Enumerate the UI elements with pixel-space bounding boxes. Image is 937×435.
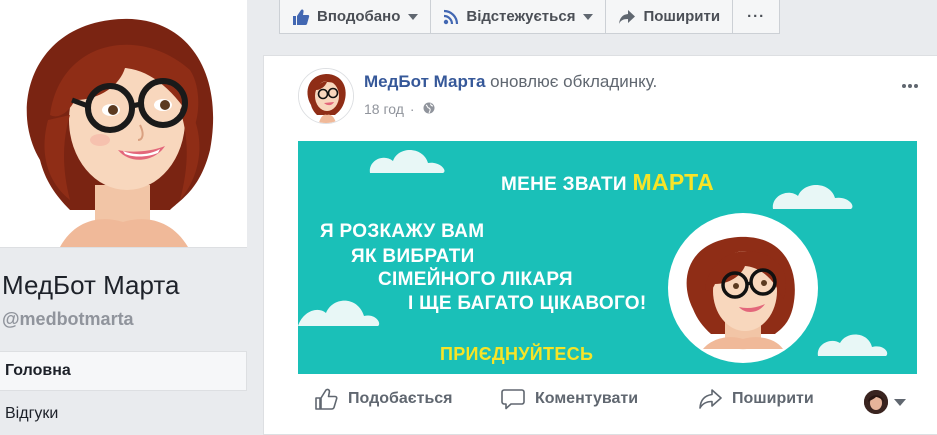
share-post-label: Поширити <box>732 390 814 407</box>
nav-item-reviews[interactable]: Відгуки <box>5 405 58 423</box>
avatar-illustration <box>26 18 214 247</box>
rss-icon <box>443 9 459 25</box>
share-page-label: Поширити <box>643 8 721 25</box>
like-page-label: Вподобано <box>317 8 401 25</box>
globe-icon[interactable] <box>423 101 435 117</box>
cover-photo[interactable]: МЕНЕ ЗВАТИ МАРТА Я РОЗКАЖУ ВАМ ЯК ВИБРАТ… <box>298 141 917 374</box>
like-post-button[interactable]: Подобається <box>314 388 453 410</box>
post-author-avatar[interactable] <box>298 68 354 124</box>
post-as-selector[interactable] <box>864 390 906 414</box>
post-header: МедБот Марта оновлює обкладинку. <box>364 72 657 92</box>
comment-icon <box>501 388 525 410</box>
page-action-bar: Вподобано Відстежується Поширити ··· <box>279 0 781 36</box>
cover-line-2: ЯК ВИБРАТИ <box>351 246 475 267</box>
cover-title-name: МАРТА <box>632 169 714 195</box>
thumbs-up-icon <box>292 8 310 26</box>
comment-button[interactable]: Коментувати <box>501 388 638 410</box>
follow-page-button[interactable]: Відстежується <box>430 0 607 34</box>
like-page-button[interactable]: Вподобано <box>279 0 432 34</box>
more-dots-icon <box>902 84 918 88</box>
more-dots-icon: ··· <box>747 8 766 25</box>
share-page-button[interactable]: Поширити <box>605 0 734 34</box>
like-post-label: Подобається <box>348 390 453 407</box>
cover-title-prefix: МЕНЕ ЗВАТИ <box>501 174 633 195</box>
more-options-button[interactable]: ··· <box>732 0 781 34</box>
cover-line-1: Я РОЗКАЖУ ВАМ <box>320 221 485 242</box>
chevron-down-icon <box>894 398 906 406</box>
cover-cta: ПРИЄДНУЙТЕСЬ <box>440 344 594 364</box>
page-name[interactable]: МедБот Марта <box>2 270 179 301</box>
nav-item-home[interactable]: Головна <box>0 351 247 391</box>
post-author-link[interactable]: МедБот Марта <box>364 72 485 91</box>
comment-label: Коментувати <box>535 390 639 407</box>
share-post-button[interactable]: Поширити <box>698 388 814 410</box>
post-options-button[interactable] <box>901 76 919 94</box>
cover-line-4: І ЩЕ БАГАТО ЦІКАВОГО! <box>408 293 647 314</box>
user-avatar <box>864 390 888 414</box>
chevron-down-icon <box>583 13 594 20</box>
cover-update-post: МедБот Марта оновлює обкладинку. 18 год … <box>263 55 937 435</box>
meta-separator: · <box>409 101 415 117</box>
nav-item-home-label: Головна <box>5 362 71 379</box>
share-arrow-icon <box>698 388 722 410</box>
cover-title: МЕНЕ ЗВАТИ МАРТА <box>501 169 714 196</box>
page-handle[interactable]: @medbotmarta <box>2 309 134 330</box>
follow-page-label: Відстежується <box>466 8 576 25</box>
post-meta: 18 год · <box>364 101 435 117</box>
post-action-text: оновлює обкладинку. <box>485 72 658 91</box>
left-sidebar: МедБот Марта @medbotmarta Головна Відгук… <box>0 0 262 425</box>
chevron-down-icon <box>408 13 419 20</box>
cover-line-3: СІМЕЙНОГО ЛІКАРЯ <box>378 269 573 290</box>
profile-photo[interactable] <box>0 0 247 248</box>
share-arrow-icon <box>618 9 636 25</box>
post-timestamp[interactable]: 18 год <box>364 101 404 117</box>
post-actions-bar: Подобається Коментувати Поширити <box>264 378 937 428</box>
thumbs-up-icon <box>314 388 338 410</box>
